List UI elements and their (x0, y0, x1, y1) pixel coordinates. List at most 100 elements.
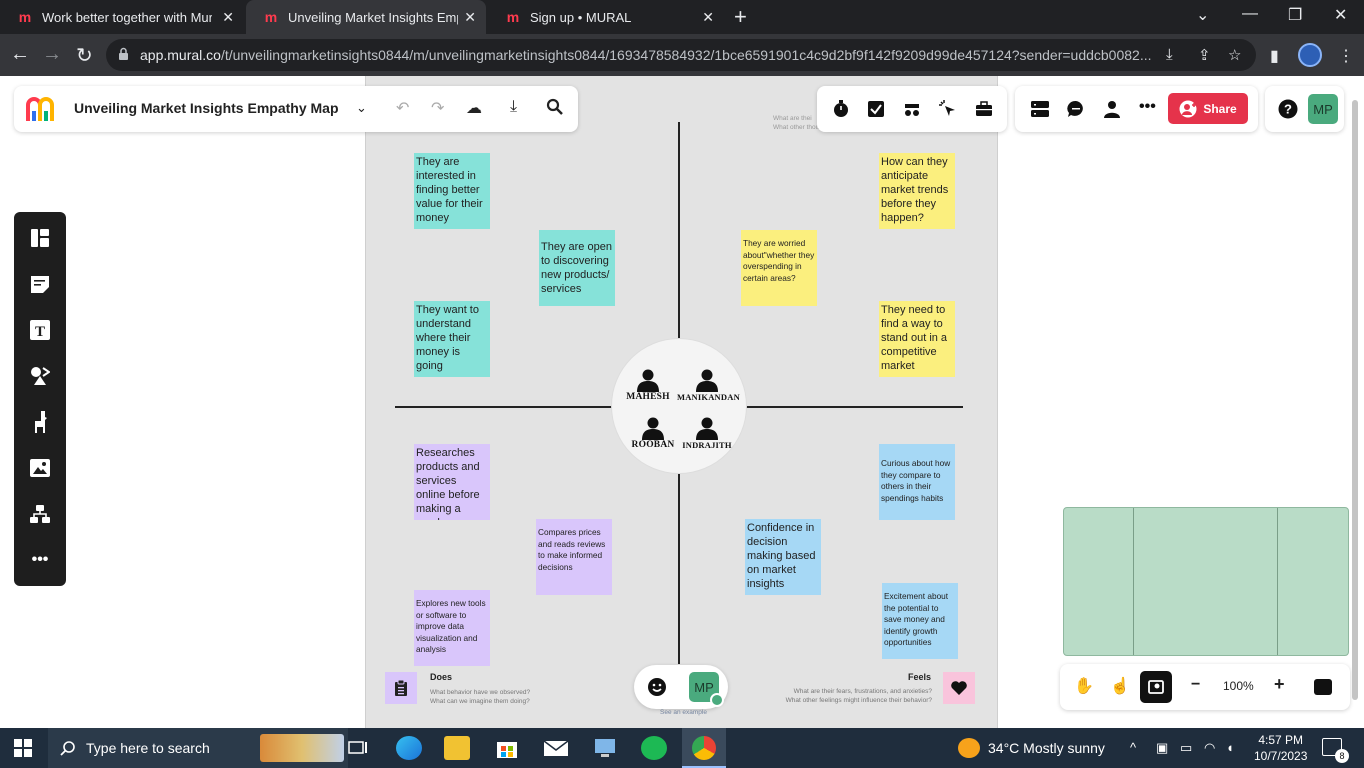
persona-circle[interactable] (612, 339, 746, 473)
fullscreen-icon[interactable] (1314, 679, 1332, 695)
new-tab-icon[interactable]: + (734, 4, 747, 30)
remote-desktop-icon[interactable] (592, 736, 618, 760)
sticky-note[interactable]: Explores new tools or software to improv… (414, 590, 490, 666)
vertical-scrollbar[interactable] (1352, 100, 1358, 700)
minimize-icon[interactable]: — (1242, 5, 1258, 23)
notification-center-icon[interactable]: 8 (1322, 738, 1349, 763)
sticky-note[interactable]: Compares prices and reads reviews to mak… (536, 519, 612, 595)
hand-pan-icon[interactable]: ✋ (1074, 676, 1094, 696)
battery-icon[interactable]: ▭ (1180, 740, 1192, 756)
mural-logo-icon[interactable] (26, 97, 58, 123)
sticky-note[interactable]: They need to find a way to stand out in … (879, 301, 955, 377)
search-icon[interactable] (546, 98, 564, 121)
person-icon (696, 369, 718, 392)
wifi-icon[interactable]: ◠ (1204, 740, 1215, 756)
private-mode-icon[interactable] (903, 100, 921, 118)
more-options-icon[interactable]: ••• (1139, 98, 1156, 116)
minimap[interactable] (1063, 507, 1349, 656)
sidepanel-icon[interactable]: ▮ (1270, 46, 1279, 66)
text-icon[interactable]: T (28, 318, 52, 342)
spotify-icon[interactable] (641, 736, 667, 760)
close-window-icon[interactable]: ✕ (1334, 5, 1347, 25)
chevron-down-icon[interactable]: ⌄ (356, 100, 367, 116)
close-icon[interactable]: ✕ (222, 9, 234, 26)
diagram-icon[interactable] (28, 502, 52, 526)
map-icon[interactable] (1140, 671, 1172, 703)
taskbar-search[interactable]: Type here to search (48, 728, 348, 768)
persona-indrajith: INDRAJITH (677, 416, 737, 450)
sticky-note[interactable]: They are interested in finding better va… (414, 153, 490, 229)
zoom-in-icon[interactable]: + (1274, 674, 1285, 695)
shapes-icon[interactable] (28, 364, 52, 388)
sticky-note[interactable]: How can they anticipate market trends be… (879, 153, 955, 229)
tab-work-better[interactable]: m Work better together with Mural ✕ (0, 0, 244, 34)
sticky-note[interactable]: Confidence in decision making based on m… (745, 519, 821, 595)
undo-icon[interactable]: ↶ (396, 98, 409, 118)
summon-icon[interactable] (939, 100, 957, 118)
sticky-note[interactable]: They are worried about"whether they over… (741, 230, 817, 306)
see-example-link[interactable]: See an example (660, 708, 707, 717)
redo-icon[interactable]: ↷ (431, 98, 444, 118)
emoji-icon[interactable] (648, 678, 666, 696)
back-icon[interactable]: ← (10, 43, 30, 66)
sticky-note[interactable]: Curious about how they compare to others… (879, 444, 955, 520)
mural-canvas[interactable]: What are thei What other thou MAHESH MAN… (0, 76, 1364, 728)
does-prompt-line: What can we imagine them doing? (430, 698, 530, 705)
image-icon[interactable] (28, 456, 52, 480)
taskbar-clock[interactable]: 4:57 PM 10/7/2023 (1254, 732, 1307, 764)
board-title[interactable]: Unveiling Market Insights Empathy Map (74, 100, 339, 116)
bookmark-star-icon[interactable]: ☆ (1228, 46, 1241, 64)
minimap-divider (1277, 508, 1278, 655)
restore-icon[interactable]: ❐ (1288, 5, 1302, 25)
profile-avatar[interactable] (1298, 43, 1322, 67)
persona-rooban: ROOBAN (623, 416, 683, 450)
weather-text[interactable]: 34°C Mostly sunny (988, 740, 1105, 756)
zoom-level[interactable]: 100% (1223, 679, 1254, 693)
voting-icon[interactable] (867, 100, 885, 118)
sticky-note[interactable]: They want to understand where their mone… (414, 301, 490, 377)
share-page-icon[interactable]: ⇪ (1198, 46, 1211, 64)
address-bar[interactable]: app.mural.co/t/unveilingmarketinsights08… (106, 39, 1256, 71)
sticky-note[interactable]: Researches products and services online … (414, 444, 490, 520)
close-icon[interactable]: ✕ (702, 9, 714, 26)
help-icon[interactable]: ? (1278, 99, 1298, 119)
tab-signup[interactable]: m Sign up • MURAL ✕ (488, 0, 724, 34)
llama-icon[interactable] (28, 410, 52, 434)
chrome-taskbar-button[interactable] (682, 728, 726, 768)
windows-start-icon[interactable] (14, 739, 32, 757)
task-view-icon[interactable] (345, 736, 371, 760)
comment-icon[interactable] (1067, 100, 1085, 118)
store-icon[interactable] (494, 736, 520, 760)
share-button[interactable]: Share (1168, 93, 1248, 124)
user-avatar[interactable]: MP (1308, 94, 1338, 124)
zoom-out-icon[interactable]: − (1191, 676, 1200, 694)
clock-time: 4:57 PM (1258, 733, 1304, 747)
forward-icon[interactable]: → (42, 43, 62, 66)
show-hidden-icons-icon[interactable]: ^ (1130, 740, 1136, 755)
more-icon[interactable]: ••• (28, 548, 52, 572)
volume-icon[interactable]: ◖ (1226, 740, 1234, 755)
templates-icon[interactable] (28, 226, 52, 250)
toolbox-icon[interactable] (975, 100, 993, 118)
tab-search-icon[interactable]: ⌄ (1196, 5, 1209, 25)
file-explorer-icon[interactable] (444, 736, 470, 760)
edge-icon[interactable] (396, 736, 422, 760)
reload-icon[interactable]: ↻ (76, 43, 93, 68)
install-icon[interactable]: ⤓ (1166, 46, 1173, 63)
windows-taskbar: Type here to search 34°C Mostly sunny ^ … (0, 728, 1364, 768)
sticky-note-icon[interactable] (28, 272, 52, 296)
close-icon[interactable]: ✕ (464, 9, 476, 26)
tab-empathy-map[interactable]: m Unveiling Market Insights Empat ✕ (246, 0, 486, 34)
cloud-saved-icon[interactable]: ☁ (466, 98, 482, 118)
axis-vertical-top (678, 122, 680, 340)
timer-icon[interactable] (832, 100, 850, 118)
sticky-note[interactable]: They are open to discovering new product… (539, 230, 615, 306)
sticky-note[interactable]: Excitement about the potential to save m… (882, 583, 958, 659)
outline-icon[interactable] (1031, 101, 1049, 117)
browser-menu-icon[interactable]: ⋮ (1338, 46, 1354, 66)
touch-mode-icon[interactable]: ☝ (1110, 676, 1130, 696)
mail-icon[interactable] (543, 736, 569, 760)
members-icon[interactable] (1103, 100, 1121, 118)
meet-icon[interactable]: ▣ (1156, 740, 1168, 756)
export-icon[interactable]: ⤓ (510, 98, 517, 116)
